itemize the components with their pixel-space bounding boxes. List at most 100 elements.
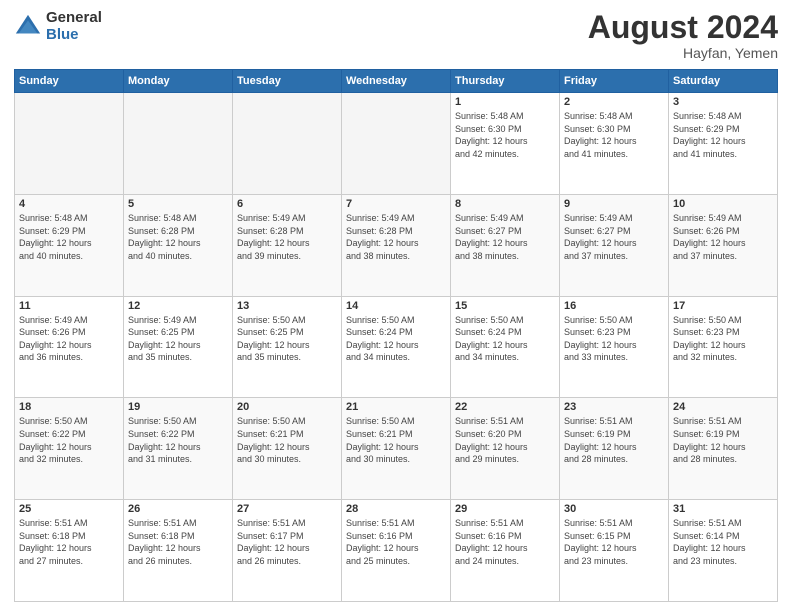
day-number: 1	[455, 96, 555, 108]
day-number: 2	[564, 96, 664, 108]
calendar-week-row: 1 Sunrise: 5:48 AM Sunset: 6:30 PM Daylig…	[15, 93, 778, 195]
calendar-cell: 19 Sunrise: 5:50 AM Sunset: 6:22 PM Dayli…	[124, 398, 233, 500]
calendar-cell	[124, 93, 233, 195]
day-number: 26	[128, 503, 228, 515]
day-info: Sunrise: 5:49 AM Sunset: 6:27 PM Dayligh…	[564, 212, 664, 262]
calendar-cell: 25Sunrise: 5:51 AM Sunset: 6:18 PM Dayli…	[15, 500, 124, 602]
day-info: Sunrise: 5:51 AM Sunset: 6:19 PM Dayligh…	[564, 415, 664, 465]
day-info: Sunrise: 5:48 AM Sunset: 6:30 PM Dayligh…	[564, 110, 664, 160]
day-number: 9	[564, 198, 664, 210]
calendar-day-header: Friday	[560, 70, 669, 93]
calendar-cell: 9 Sunrise: 5:49 AM Sunset: 6:27 PM Daylig…	[560, 194, 669, 296]
main-title: August 2024	[588, 10, 778, 45]
calendar-cell: 30 Sunrise: 5:51 AM Sunset: 6:15 PM Dayli…	[560, 500, 669, 602]
day-number: 17	[673, 300, 773, 312]
day-number: 6	[237, 198, 337, 210]
day-number: 24	[673, 401, 773, 413]
day-info: Sunrise: 5:49 AM Sunset: 6:25 PM Dayligh…	[128, 314, 228, 364]
day-info: Sunrise: 5:51 AM Sunset: 6:18 PM Dayligh…	[19, 517, 119, 567]
calendar-cell: 29 Sunrise: 5:51 AM Sunset: 6:16 PM Dayli…	[451, 500, 560, 602]
logo-general-text: General	[46, 10, 102, 27]
calendar-cell: 20 Sunrise: 5:50 AM Sunset: 6:21 PM Dayli…	[233, 398, 342, 500]
day-number: 30	[564, 503, 664, 515]
calendar-cell: 7 Sunrise: 5:49 AM Sunset: 6:28 PM Daylig…	[342, 194, 451, 296]
calendar-cell	[342, 93, 451, 195]
day-info: Sunrise: 5:50 AM Sunset: 6:21 PM Dayligh…	[237, 415, 337, 465]
calendar-cell: 2 Sunrise: 5:48 AM Sunset: 6:30 PM Daylig…	[560, 93, 669, 195]
calendar-cell: 22Sunrise: 5:51 AM Sunset: 6:20 PM Dayli…	[451, 398, 560, 500]
logo-icon	[14, 13, 42, 41]
day-info: Sunrise: 5:51 AM Sunset: 6:16 PM Dayligh…	[455, 517, 555, 567]
day-info: Sunrise: 5:51 AM Sunset: 6:20 PM Dayligh…	[455, 415, 555, 465]
calendar-week-row: 18 Sunrise: 5:50 AM Sunset: 6:22 PM Dayli…	[15, 398, 778, 500]
day-number: 23	[564, 401, 664, 413]
day-number: 3	[673, 96, 773, 108]
day-number: 16	[564, 300, 664, 312]
calendar-cell: 12 Sunrise: 5:49 AM Sunset: 6:25 PM Dayli…	[124, 296, 233, 398]
day-number: 19	[128, 401, 228, 413]
day-info: Sunrise: 5:50 AM Sunset: 6:22 PM Dayligh…	[128, 415, 228, 465]
day-number: 21	[346, 401, 446, 413]
logo: General Blue	[14, 10, 102, 43]
day-info: Sunrise: 5:51 AM Sunset: 6:15 PM Dayligh…	[564, 517, 664, 567]
day-number: 5	[128, 198, 228, 210]
calendar-cell: 28Sunrise: 5:51 AM Sunset: 6:16 PM Dayli…	[342, 500, 451, 602]
day-info: Sunrise: 5:51 AM Sunset: 6:17 PM Dayligh…	[237, 517, 337, 567]
calendar-day-header: Tuesday	[233, 70, 342, 93]
day-info: Sunrise: 5:51 AM Sunset: 6:14 PM Dayligh…	[673, 517, 773, 567]
calendar-day-header: Monday	[124, 70, 233, 93]
day-number: 11	[19, 300, 119, 312]
day-number: 8	[455, 198, 555, 210]
day-number: 31	[673, 503, 773, 515]
day-info: Sunrise: 5:50 AM Sunset: 6:24 PM Dayligh…	[455, 314, 555, 364]
title-area: August 2024 Hayfan, Yemen	[588, 10, 778, 61]
calendar-cell: 31 Sunrise: 5:51 AM Sunset: 6:14 PM Dayli…	[669, 500, 778, 602]
day-info: Sunrise: 5:51 AM Sunset: 6:18 PM Dayligh…	[128, 517, 228, 567]
calendar-cell: 5Sunrise: 5:48 AM Sunset: 6:28 PM Daylig…	[124, 194, 233, 296]
day-info: Sunrise: 5:51 AM Sunset: 6:16 PM Dayligh…	[346, 517, 446, 567]
subtitle: Hayfan, Yemen	[588, 45, 778, 61]
day-info: Sunrise: 5:50 AM Sunset: 6:23 PM Dayligh…	[673, 314, 773, 364]
day-info: Sunrise: 5:48 AM Sunset: 6:29 PM Dayligh…	[673, 110, 773, 160]
calendar-cell: 11 Sunrise: 5:49 AM Sunset: 6:26 PM Dayli…	[15, 296, 124, 398]
calendar-cell	[15, 93, 124, 195]
calendar-day-header: Sunday	[15, 70, 124, 93]
page: General Blue August 2024 Hayfan, Yemen S…	[0, 0, 792, 612]
day-number: 7	[346, 198, 446, 210]
day-number: 18	[19, 401, 119, 413]
day-number: 15	[455, 300, 555, 312]
day-info: Sunrise: 5:50 AM Sunset: 6:24 PM Dayligh…	[346, 314, 446, 364]
calendar-cell: 10Sunrise: 5:49 AM Sunset: 6:26 PM Dayli…	[669, 194, 778, 296]
day-info: Sunrise: 5:48 AM Sunset: 6:30 PM Dayligh…	[455, 110, 555, 160]
day-number: 13	[237, 300, 337, 312]
calendar-cell: 4Sunrise: 5:48 AM Sunset: 6:29 PM Daylig…	[15, 194, 124, 296]
day-info: Sunrise: 5:49 AM Sunset: 6:27 PM Dayligh…	[455, 212, 555, 262]
day-info: Sunrise: 5:50 AM Sunset: 6:21 PM Dayligh…	[346, 415, 446, 465]
day-number: 20	[237, 401, 337, 413]
day-number: 10	[673, 198, 773, 210]
calendar-cell: 23 Sunrise: 5:51 AM Sunset: 6:19 PM Dayli…	[560, 398, 669, 500]
day-info: Sunrise: 5:51 AM Sunset: 6:19 PM Dayligh…	[673, 415, 773, 465]
day-info: Sunrise: 5:49 AM Sunset: 6:26 PM Dayligh…	[19, 314, 119, 364]
calendar-cell: 14Sunrise: 5:50 AM Sunset: 6:24 PM Dayli…	[342, 296, 451, 398]
calendar-cell: 13 Sunrise: 5:50 AM Sunset: 6:25 PM Dayli…	[233, 296, 342, 398]
calendar-day-header: Thursday	[451, 70, 560, 93]
calendar-cell: 15 Sunrise: 5:50 AM Sunset: 6:24 PM Dayli…	[451, 296, 560, 398]
calendar-table: SundayMondayTuesdayWednesdayThursdayFrid…	[14, 69, 778, 602]
calendar-week-row: 4Sunrise: 5:48 AM Sunset: 6:29 PM Daylig…	[15, 194, 778, 296]
logo-blue-text: Blue	[46, 27, 102, 44]
day-info: Sunrise: 5:50 AM Sunset: 6:22 PM Dayligh…	[19, 415, 119, 465]
day-info: Sunrise: 5:49 AM Sunset: 6:28 PM Dayligh…	[237, 212, 337, 262]
calendar-cell: 8 Sunrise: 5:49 AM Sunset: 6:27 PM Daylig…	[451, 194, 560, 296]
calendar-cell: 3 Sunrise: 5:48 AM Sunset: 6:29 PM Daylig…	[669, 93, 778, 195]
calendar-cell: 16Sunrise: 5:50 AM Sunset: 6:23 PM Dayli…	[560, 296, 669, 398]
calendar-cell: 1 Sunrise: 5:48 AM Sunset: 6:30 PM Daylig…	[451, 93, 560, 195]
calendar-cell: 17 Sunrise: 5:50 AM Sunset: 6:23 PM Dayli…	[669, 296, 778, 398]
header: General Blue August 2024 Hayfan, Yemen	[14, 10, 778, 61]
day-info: Sunrise: 5:50 AM Sunset: 6:25 PM Dayligh…	[237, 314, 337, 364]
calendar-day-header: Wednesday	[342, 70, 451, 93]
day-info: Sunrise: 5:48 AM Sunset: 6:29 PM Dayligh…	[19, 212, 119, 262]
day-number: 29	[455, 503, 555, 515]
day-number: 12	[128, 300, 228, 312]
day-info: Sunrise: 5:49 AM Sunset: 6:28 PM Dayligh…	[346, 212, 446, 262]
